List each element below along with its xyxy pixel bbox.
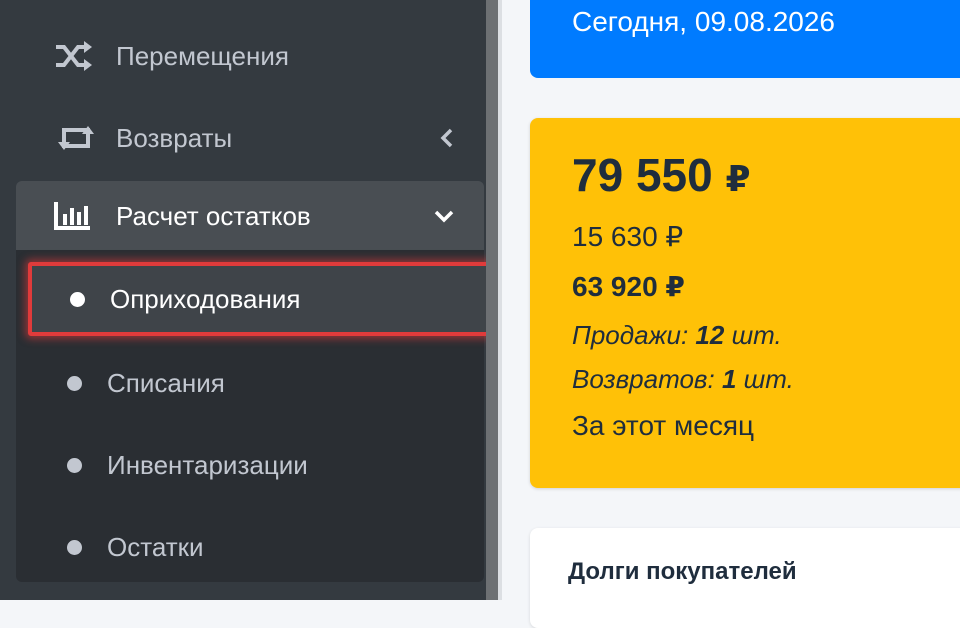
subitem-balances[interactable]: Остатки xyxy=(16,512,484,582)
sidebar: Перемещения Возвраты Расчет остатков Опр… xyxy=(0,0,490,600)
chevron-left-icon[interactable] xyxy=(440,128,454,148)
subitem-write-offs[interactable]: Списания xyxy=(16,348,484,418)
submenu-stock-calculation: Оприходования Списания Инвентаризации Ос… xyxy=(16,250,490,582)
sidebar-item-label: Перемещения xyxy=(116,40,289,71)
sales-count: Продажи: 12 шт. xyxy=(572,320,782,351)
sidebar-item-returns[interactable]: Возвраты xyxy=(16,100,484,176)
circle-icon xyxy=(67,457,82,473)
subitem-inventories[interactable]: Инвентаризации xyxy=(16,430,484,500)
total-amount: 79 550 ₽ xyxy=(572,148,751,202)
chevron-down-icon[interactable] xyxy=(434,209,454,223)
customer-debts-card: Долги покупателей xyxy=(530,528,960,628)
shuffle-icon xyxy=(54,40,100,72)
subitem-label: Остатки xyxy=(107,531,204,562)
today-date: Сегодня, 09.08.2026 xyxy=(572,6,836,37)
sidebar-item-stock-calculation[interactable]: Расчет остатков xyxy=(16,181,484,251)
returns-label: Возвратов: xyxy=(572,364,715,394)
total-amount-value: 79 550 xyxy=(572,149,713,201)
circle-icon xyxy=(70,291,85,307)
subitem-label: Инвентаризации xyxy=(107,449,308,480)
exchange-icon xyxy=(54,122,100,154)
sales-label: Продажи: xyxy=(572,320,689,350)
sidebar-scrollbar[interactable] xyxy=(486,0,498,600)
subitem-receipts[interactable]: Оприходования xyxy=(28,262,490,336)
subitem-label: Оприходования xyxy=(110,283,301,314)
period-label: За этот месяц xyxy=(572,410,755,441)
returns-count: Возвратов: 1 шт. xyxy=(572,364,794,395)
sidebar-item-transfers[interactable]: Перемещения xyxy=(16,18,484,94)
date-card: Сегодня, 09.08.2026 xyxy=(530,0,960,78)
secondary-amount: 15 630 ₽ xyxy=(572,221,684,252)
sidebar-item-label: Возвраты xyxy=(116,122,233,153)
circle-icon xyxy=(67,539,82,555)
returns-count-value: 1 xyxy=(721,364,737,394)
currency-symbol: ₽ xyxy=(725,158,751,199)
card-title: Долги покупателей xyxy=(568,558,797,585)
sales-unit: шт. xyxy=(731,320,782,350)
bar-chart-icon xyxy=(54,200,100,232)
sales-count-value: 12 xyxy=(695,320,725,350)
sales-summary-card: 79 550 ₽ 15 630 ₽ 63 920 ₽ Продажи: 12 ш… xyxy=(530,118,960,488)
sidebar-item-label: Расчет остатков xyxy=(116,200,311,231)
returns-unit: шт. xyxy=(743,364,794,394)
circle-icon xyxy=(67,375,82,391)
subitem-label: Списания xyxy=(107,367,225,398)
divider xyxy=(498,0,502,600)
bold-amount: 63 920 ₽ xyxy=(572,271,685,302)
